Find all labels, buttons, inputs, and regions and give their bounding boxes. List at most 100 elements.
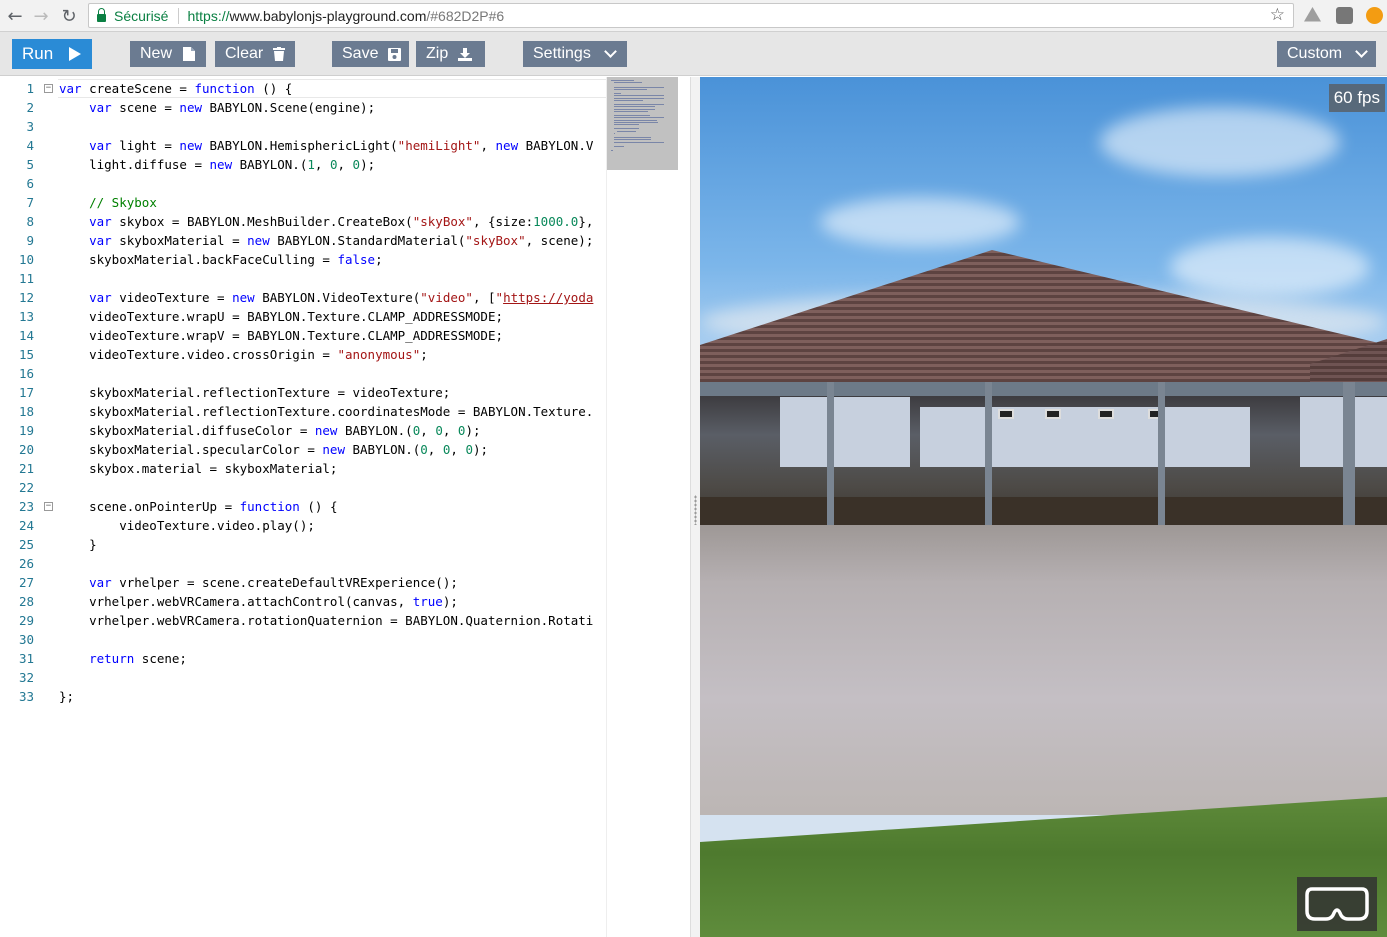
vr-button[interactable]	[1297, 877, 1377, 931]
line-number: 21	[18, 461, 34, 476]
url-path: /#682D2P#6	[426, 7, 505, 24]
code-line[interactable]: var skybox = BABYLON.MeshBuilder.CreateB…	[59, 212, 605, 231]
back-arrow-icon[interactable]: ←	[4, 5, 26, 27]
code-editor[interactable]: 1−2 3 4 5 6 7 8 9 10 11 12 13 14 15 16 17 18 19 20 21 22 23−2…	[0, 77, 690, 937]
code-line[interactable]: var scene = new BABYLON.Scene(engine);	[59, 98, 605, 117]
code-line[interactable]: videoTexture.video.crossOrigin = "anonym…	[59, 345, 605, 364]
forward-arrow-icon[interactable]: →	[30, 5, 52, 27]
drive-extension-icon[interactable]	[1304, 7, 1321, 22]
minimap-line	[613, 119, 658, 121]
code-text[interactable]: var createScene = function () { var scen…	[59, 79, 605, 706]
barn-window	[998, 409, 1014, 419]
line-number: 9	[26, 233, 34, 248]
code-line[interactable]: videoTexture.video.play();	[59, 516, 605, 535]
clear-button[interactable]: Clear	[215, 41, 295, 67]
minimap-line	[613, 121, 659, 123]
lock-icon	[97, 7, 106, 22]
code-line[interactable]: return scene;	[59, 649, 605, 668]
url-divider	[178, 7, 180, 24]
update-icon[interactable]	[1366, 7, 1383, 24]
line-number: 29	[18, 613, 34, 628]
code-line[interactable]	[59, 117, 605, 136]
minimap-line	[613, 139, 651, 141]
code-line[interactable]: var light = new BABYLON.HemisphericLight…	[59, 136, 605, 155]
chevron-down-icon	[1354, 45, 1368, 61]
code-line[interactable]: scene.onPointerUp = function () {	[59, 497, 605, 516]
line-number: 10	[18, 252, 34, 267]
code-line[interactable]	[59, 174, 605, 193]
barn-window	[1098, 409, 1114, 419]
code-line[interactable]: // Skybox	[59, 193, 605, 212]
code-line[interactable]: skyboxMaterial.backFaceCulling = false;	[59, 250, 605, 269]
extension-icon[interactable]	[1336, 7, 1353, 24]
code-line[interactable]: skybox.material = skyboxMaterial;	[59, 459, 605, 478]
zip-button[interactable]: Zip	[416, 41, 485, 67]
line-number-gutter: 1−2 3 4 5 6 7 8 9 10 11 12 13 14 15 16 17 18 19 20 21 22 23−2…	[0, 77, 56, 937]
new-button[interactable]: New	[130, 41, 206, 67]
line-number: 27	[18, 575, 34, 590]
chevron-down-icon	[604, 45, 618, 61]
code-line[interactable]: };	[59, 687, 605, 706]
line-number: 12	[18, 290, 34, 305]
zip-label: Zip	[426, 45, 449, 62]
line-number: 17	[18, 385, 34, 400]
line-number: 33	[18, 689, 34, 704]
save-button[interactable]: Save	[332, 41, 409, 67]
line-number: 3	[26, 119, 34, 134]
code-line[interactable]: var createScene = function () {	[59, 79, 605, 98]
line-number: 24	[18, 518, 34, 533]
code-line[interactable]	[59, 554, 605, 573]
code-line[interactable]	[59, 668, 605, 687]
code-line[interactable]: videoTexture.wrapV = BABYLON.Texture.CLA…	[59, 326, 605, 345]
custom-label: Custom	[1287, 45, 1343, 62]
code-line[interactable]: var skyboxMaterial = new BABYLON.Standar…	[59, 231, 605, 250]
code-line[interactable]: var videoTexture = new BABYLON.VideoText…	[59, 288, 605, 307]
play-icon	[69, 47, 82, 61]
browser-toolbar: ← → ↻ Sécurisé https:// www.babylonjs-pl…	[0, 0, 1387, 32]
line-number: 1	[26, 81, 34, 96]
minimap-line	[613, 97, 665, 99]
line-number: 2	[26, 100, 34, 115]
code-line[interactable]	[59, 630, 605, 649]
code-line[interactable]	[59, 269, 605, 288]
code-line[interactable]	[59, 364, 605, 383]
code-line[interactable]: skyboxMaterial.diffuseColor = new BABYLO…	[59, 421, 605, 440]
minimap-line	[613, 108, 656, 110]
save-label: Save	[342, 45, 379, 62]
custom-dropdown[interactable]: Custom	[1277, 41, 1376, 67]
minimap-line	[613, 88, 647, 90]
code-line[interactable]: }	[59, 535, 605, 554]
line-number: 32	[18, 670, 34, 685]
code-line[interactable]: vrhelper.webVRCamera.rotationQuaternion …	[59, 611, 605, 630]
code-line[interactable]: skyboxMaterial.reflectionTexture.coordin…	[59, 402, 605, 421]
code-line[interactable]: skyboxMaterial.specularColor = new BABYL…	[59, 440, 605, 459]
render-canvas[interactable]: 60 fps	[700, 77, 1387, 937]
address-bar[interactable]: Sécurisé https:// www.babylonjs-playgrou…	[88, 3, 1294, 28]
secure-label: Sécurisé	[114, 7, 169, 24]
grass	[700, 797, 1387, 937]
minimap[interactable]	[606, 77, 678, 937]
pane-splitter[interactable]	[690, 77, 700, 937]
minimap-line	[613, 141, 665, 143]
reload-icon[interactable]: ↻	[58, 5, 80, 27]
line-number: 18	[18, 404, 34, 419]
url-host: www.babylonjs-playground.com	[229, 7, 427, 24]
star-icon[interactable]: ☆	[1270, 5, 1285, 25]
code-line[interactable]: videoTexture.wrapU = BABYLON.Texture.CLA…	[59, 307, 605, 326]
code-line[interactable]: light.diffuse = new BABYLON.(1, 0, 0);	[59, 155, 605, 174]
fold-toggle-icon[interactable]: −	[44, 84, 53, 93]
run-button[interactable]: Run	[12, 39, 92, 69]
fold-toggle-icon[interactable]: −	[44, 502, 53, 511]
splitter-grip-icon[interactable]	[694, 495, 697, 525]
settings-dropdown[interactable]: Settings	[523, 41, 627, 67]
line-number: 13	[18, 309, 34, 324]
code-line[interactable]: var vrhelper = scene.createDefaultVRExpe…	[59, 573, 605, 592]
line-number: 4	[26, 138, 34, 153]
minimap-line	[613, 104, 665, 106]
line-number: 22	[18, 480, 34, 495]
line-number: 25	[18, 537, 34, 552]
line-number: 7	[26, 195, 34, 210]
code-line[interactable]	[59, 478, 605, 497]
code-line[interactable]: vrhelper.webVRCamera.attachControl(canva…	[59, 592, 605, 611]
code-line[interactable]: skyboxMaterial.reflectionTexture = video…	[59, 383, 605, 402]
